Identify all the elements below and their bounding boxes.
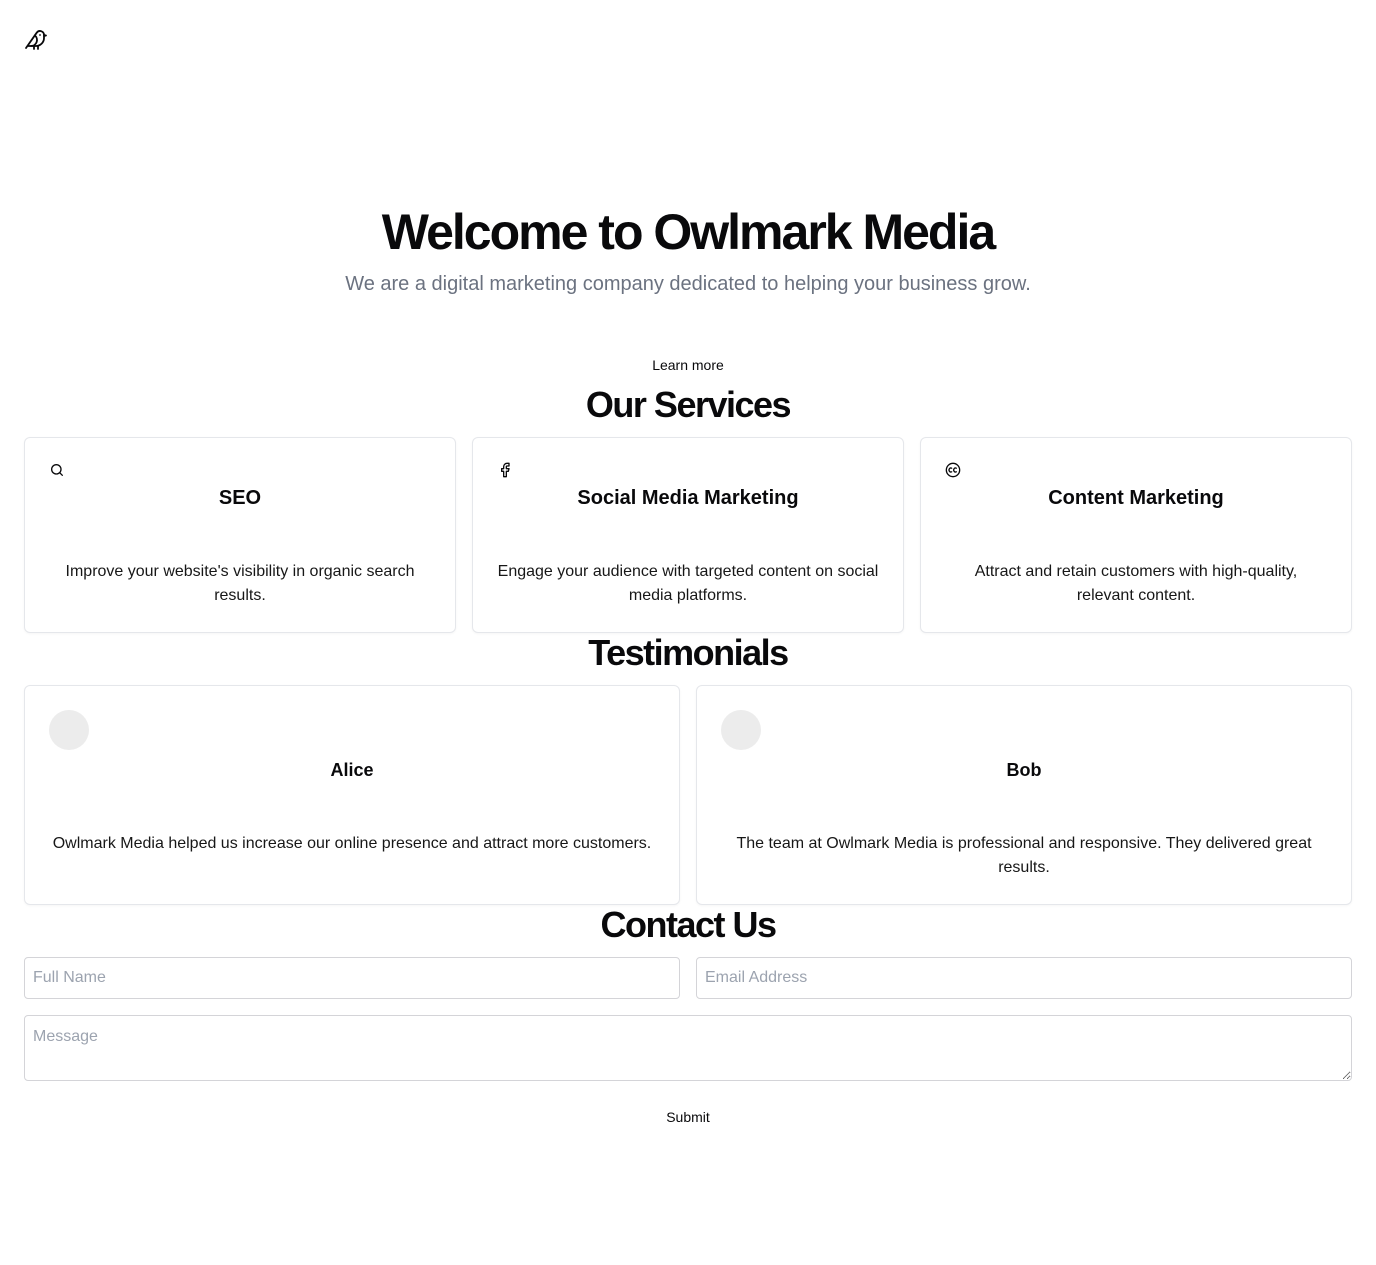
testimonial-name: Bob bbox=[1006, 760, 1042, 780]
facebook-icon bbox=[501, 462, 510, 478]
bird-icon[interactable] bbox=[24, 28, 48, 52]
service-description: Attract and retain customers with high-q… bbox=[974, 563, 1298, 604]
contact-title: Contact Us bbox=[600, 904, 777, 945]
hero-title: Welcome to Owlmark Media bbox=[381, 204, 996, 260]
service-description: Improve your website's visibility in org… bbox=[65, 563, 415, 604]
service-title: SEO bbox=[218, 487, 262, 509]
service-card-social-media: Social Media Marketing Engage your audie… bbox=[472, 437, 904, 633]
service-card-seo: SEO Improve your website's visibility in… bbox=[24, 437, 456, 633]
testimonial-name: Alice bbox=[330, 760, 374, 780]
testimonial-quote: The team at Owlmark Media is professiona… bbox=[736, 835, 1312, 876]
testimonial-card-bob: Bob The team at Owlmark Media is profess… bbox=[696, 685, 1352, 905]
search-icon bbox=[51, 464, 63, 476]
email-input[interactable] bbox=[696, 957, 1352, 999]
services-title: Our Services bbox=[585, 384, 792, 425]
creative-commons-icon bbox=[945, 462, 961, 478]
service-card-content-marketing: Content Marketing Attract and retain cus… bbox=[920, 437, 1352, 633]
submit-button[interactable]: Submit bbox=[648, 1104, 728, 1130]
service-title: Social Media Marketing bbox=[577, 487, 799, 509]
testimonials-title: Testimonials bbox=[588, 632, 789, 673]
hero-subtitle: We are a digital marketing company dedic… bbox=[345, 273, 1031, 295]
testimonial-quote: Owlmark Media helped us increase our onl… bbox=[52, 835, 652, 852]
learn-more-button[interactable]: Learn more bbox=[638, 352, 738, 378]
message-textarea[interactable] bbox=[24, 1015, 1352, 1081]
full-name-input[interactable] bbox=[24, 957, 680, 999]
testimonial-card-alice: Alice Owlmark Media helped us increase o… bbox=[24, 685, 680, 905]
service-description: Engage your audience with targeted conte… bbox=[497, 563, 879, 604]
avatar bbox=[721, 710, 761, 750]
service-title: Content Marketing bbox=[1048, 487, 1224, 509]
avatar bbox=[49, 710, 89, 750]
